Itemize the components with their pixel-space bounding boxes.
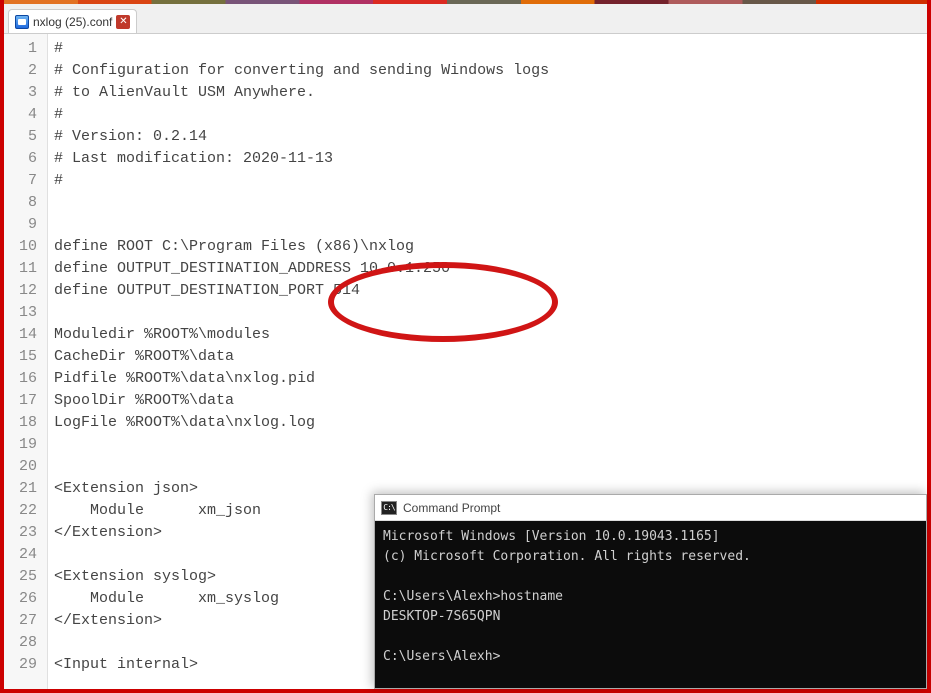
code-line[interactable]	[54, 302, 927, 324]
code-line[interactable]: #	[54, 170, 927, 192]
code-line[interactable]: SpoolDir %ROOT%\data	[54, 390, 927, 412]
line-number: 20	[4, 456, 37, 478]
line-number: 27	[4, 610, 37, 632]
line-number: 2	[4, 60, 37, 82]
editor-tab[interactable]: nxlog (25).conf ✕	[8, 9, 137, 33]
code-line[interactable]: # Version: 0.2.14	[54, 126, 927, 148]
command-prompt-window[interactable]: C:\ Command Prompt Microsoft Windows [Ve…	[374, 494, 927, 689]
code-line[interactable]: CacheDir %ROOT%\data	[54, 346, 927, 368]
code-line[interactable]: Moduledir %ROOT%\modules	[54, 324, 927, 346]
line-number: 4	[4, 104, 37, 126]
line-number: 1	[4, 38, 37, 60]
line-number: 11	[4, 258, 37, 280]
line-number: 7	[4, 170, 37, 192]
line-number: 5	[4, 126, 37, 148]
line-number: 13	[4, 302, 37, 324]
code-line[interactable]: #	[54, 38, 927, 60]
code-line[interactable]	[54, 192, 927, 214]
line-number: 21	[4, 478, 37, 500]
line-number: 10	[4, 236, 37, 258]
code-line[interactable]	[54, 456, 927, 478]
line-number: 14	[4, 324, 37, 346]
line-number: 29	[4, 654, 37, 676]
terminal-title: Command Prompt	[403, 497, 500, 519]
close-icon[interactable]: ✕	[116, 15, 130, 29]
line-number: 16	[4, 368, 37, 390]
code-line[interactable]: LogFile %ROOT%\data\nxlog.log	[54, 412, 927, 434]
terminal-body[interactable]: Microsoft Windows [Version 10.0.19043.11…	[375, 521, 926, 688]
code-line[interactable]: # Configuration for converting and sendi…	[54, 60, 927, 82]
tab-filename: nxlog (25).conf	[33, 15, 112, 29]
line-number: 3	[4, 82, 37, 104]
code-line[interactable]: # Last modification: 2020-11-13	[54, 148, 927, 170]
line-number: 8	[4, 192, 37, 214]
code-line[interactable]: define OUTPUT_DESTINATION_PORT 514	[54, 280, 927, 302]
line-number: 17	[4, 390, 37, 412]
cmd-icon: C:\	[381, 501, 397, 515]
line-number: 25	[4, 566, 37, 588]
code-line[interactable]: define OUTPUT_DESTINATION_ADDRESS 10.0.1…	[54, 258, 927, 280]
line-number: 22	[4, 500, 37, 522]
terminal-titlebar[interactable]: C:\ Command Prompt	[375, 495, 926, 521]
editor-pane: 1234567891011121314151617181920212223242…	[4, 34, 927, 689]
screenshot-frame: nxlog (25).conf ✕ 1234567891011121314151…	[0, 0, 931, 693]
code-line[interactable]: #	[54, 104, 927, 126]
file-icon	[15, 15, 29, 29]
line-number: 9	[4, 214, 37, 236]
code-line[interactable]	[54, 214, 927, 236]
line-number: 19	[4, 434, 37, 456]
tab-bar: nxlog (25).conf ✕	[4, 4, 927, 34]
line-number: 28	[4, 632, 37, 654]
line-number: 26	[4, 588, 37, 610]
line-number: 24	[4, 544, 37, 566]
code-line[interactable]: define ROOT C:\Program Files (x86)\nxlog	[54, 236, 927, 258]
line-number-gutter: 1234567891011121314151617181920212223242…	[4, 34, 48, 689]
line-number: 18	[4, 412, 37, 434]
code-line[interactable]: Pidfile %ROOT%\data\nxlog.pid	[54, 368, 927, 390]
line-number: 12	[4, 280, 37, 302]
code-line[interactable]: # to AlienVault USM Anywhere.	[54, 82, 927, 104]
line-number: 23	[4, 522, 37, 544]
line-number: 15	[4, 346, 37, 368]
code-line[interactable]	[54, 434, 927, 456]
line-number: 6	[4, 148, 37, 170]
